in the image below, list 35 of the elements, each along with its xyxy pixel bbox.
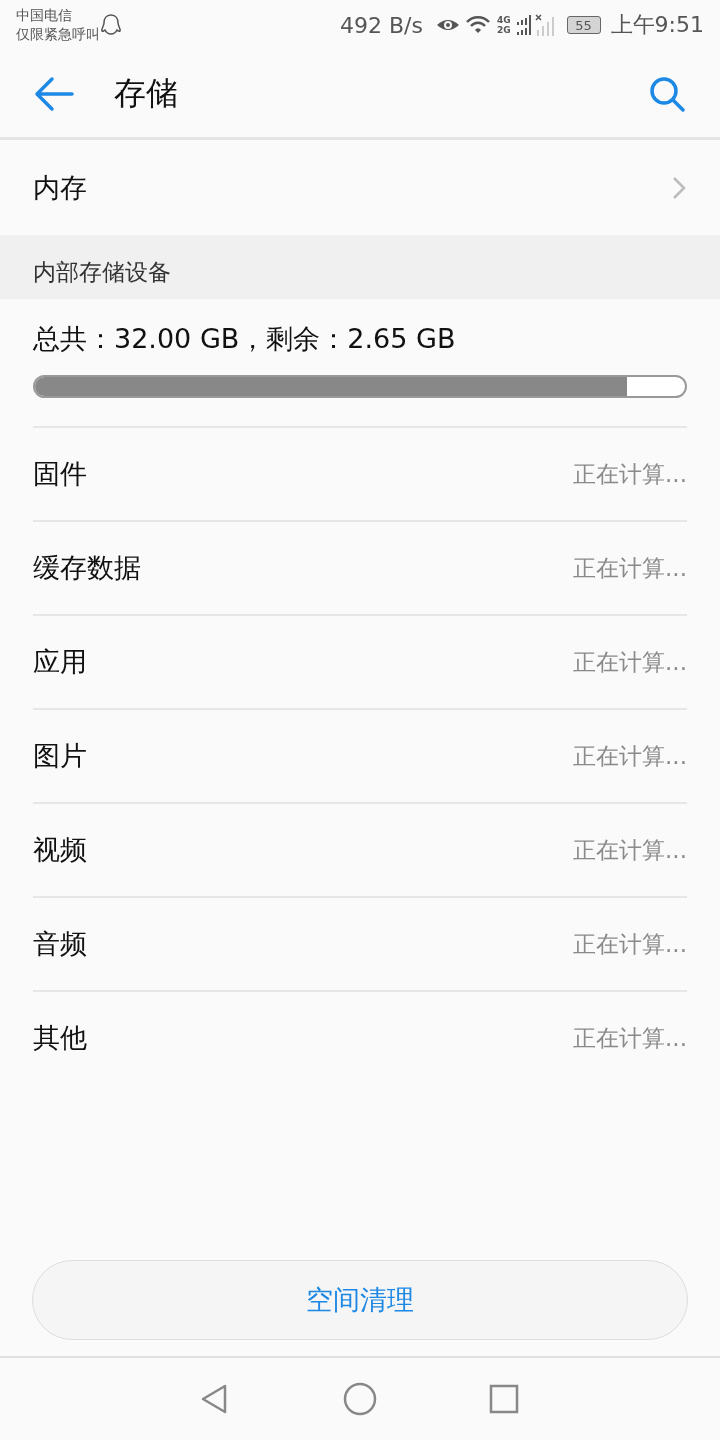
penguin-icon xyxy=(100,13,122,37)
clock: 上午9:51 xyxy=(610,11,704,39)
recents-button[interactable] xyxy=(487,1382,521,1416)
category-label: 音频 xyxy=(33,927,88,961)
network-type: 2G xyxy=(496,25,511,35)
search-button[interactable] xyxy=(648,74,686,113)
carrier-status: 仅限紧急呼叫 xyxy=(16,25,100,44)
category-label: 应用 xyxy=(33,645,88,679)
no-signal-icon xyxy=(534,14,555,36)
category-size: 正在计算... xyxy=(573,929,687,959)
category-label: 其他 xyxy=(33,1021,88,1055)
square-icon xyxy=(487,1382,521,1416)
circle-icon xyxy=(343,1382,377,1416)
category-size: 正在计算... xyxy=(573,553,687,583)
page-title: 存储 xyxy=(114,72,179,114)
wifi-icon xyxy=(464,14,491,36)
battery-icon: 55 xyxy=(566,16,601,34)
category-label: 图片 xyxy=(33,739,88,773)
storage-summary: 总共：32.00 GB，剩余：2.65 GB xyxy=(33,322,457,356)
network-type: 4G xyxy=(496,15,511,25)
category-label: 视频 xyxy=(33,833,88,867)
carrier-name: 中国电信 xyxy=(16,6,73,25)
signal-icon xyxy=(516,15,531,35)
category-label: 固件 xyxy=(33,457,88,491)
category-size: 正在计算... xyxy=(573,647,687,677)
section-header: 内部存储设备 xyxy=(0,235,720,299)
home-button[interactable] xyxy=(343,1382,377,1416)
category-size: 正在计算... xyxy=(573,1023,687,1053)
category-size: 正在计算... xyxy=(573,835,687,865)
search-icon xyxy=(648,74,686,113)
chevron-right-icon xyxy=(671,174,687,201)
network-speed: 492 B/s xyxy=(340,12,423,38)
category-label: 缓存数据 xyxy=(33,551,142,585)
category-size: 正在计算... xyxy=(573,741,687,771)
category-size: 正在计算... xyxy=(573,459,687,489)
